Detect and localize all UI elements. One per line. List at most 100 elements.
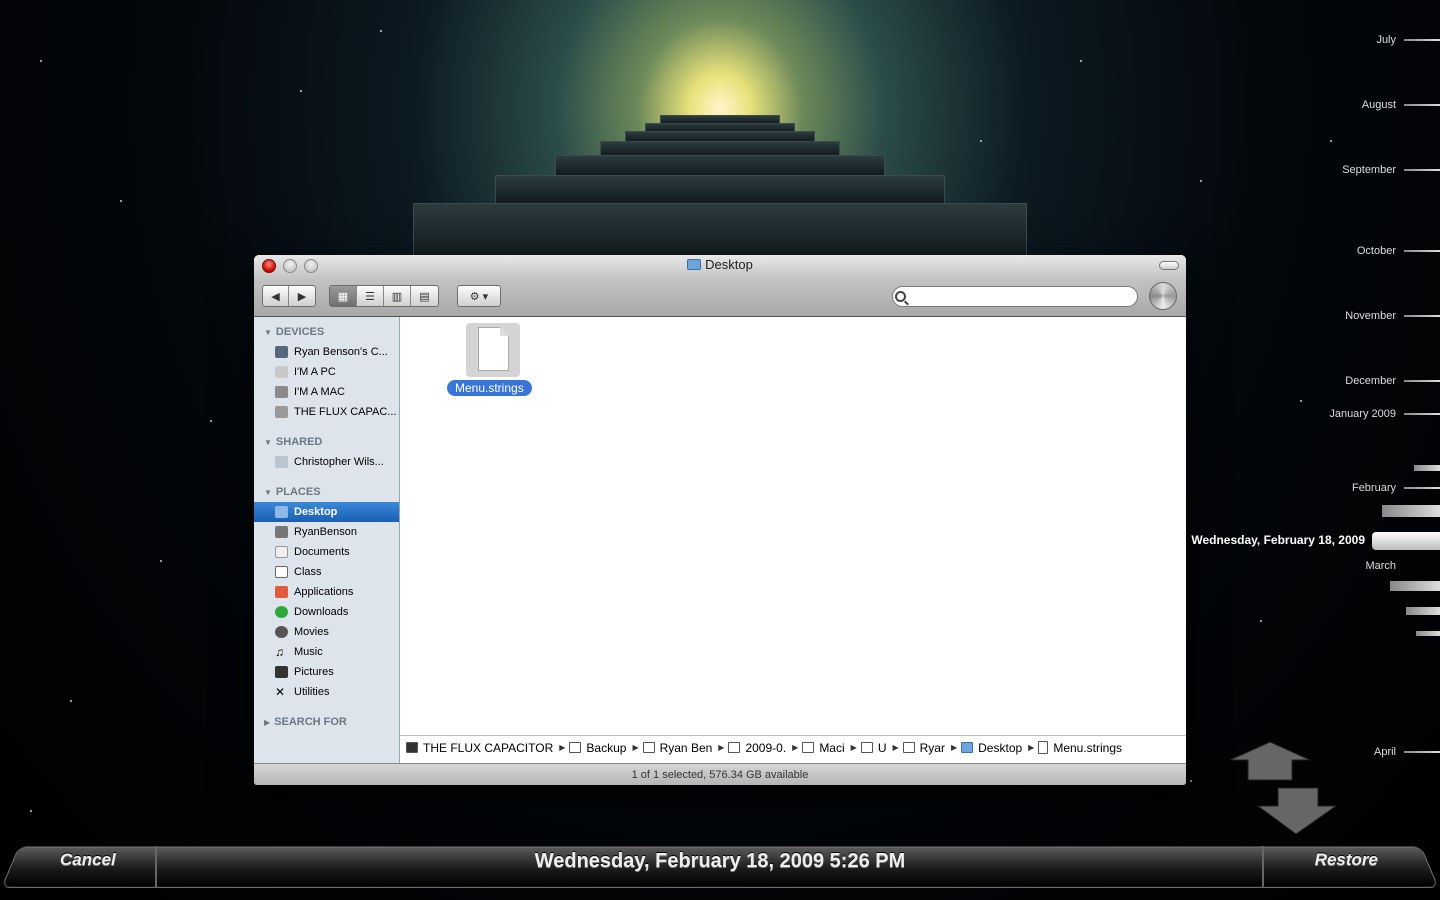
finder-window[interactable]: Desktop ◀ ▶ ▦ ☰ ▥ ▤ ⚙ ▾ ▼ DEVICES Ryan Be… — [254, 255, 1186, 785]
path-separator-icon: ▶ — [950, 743, 958, 752]
folder-icon — [902, 742, 915, 753]
path-separator-icon: ▶ — [1028, 743, 1035, 752]
timeline-label[interactable]: August — [1362, 99, 1396, 111]
forward-button[interactable]: ▶ — [289, 286, 315, 306]
sidebar-item-documents[interactable]: Documents — [254, 542, 399, 562]
sidebar: ▼ DEVICES Ryan Benson's C... I'M A PC I'M… — [254, 317, 400, 763]
path-item[interactable]: U — [860, 741, 886, 755]
forward-arrow-icon: ▶ — [297, 290, 307, 303]
path-separator-icon: ▶ — [850, 743, 857, 752]
timeline-backup-tick[interactable] — [1406, 607, 1440, 615]
toolbar-toggle-button[interactable] — [1159, 261, 1179, 270]
folder-icon — [860, 742, 873, 753]
timeline-label[interactable]: March — [1365, 560, 1396, 572]
timeline-label[interactable]: January 2009 — [1329, 408, 1396, 420]
sidebar-section-devices[interactable]: ▼ DEVICES — [254, 322, 399, 342]
timeline-current-date: Wednesday, February 18, 2009 — [1191, 533, 1365, 547]
disclosure-triangle-icon: ▼ — [264, 487, 272, 497]
folder-icon — [728, 742, 741, 753]
column-view-button[interactable]: ▥ — [384, 286, 411, 306]
folder-icon — [642, 742, 655, 753]
applications-icon — [275, 586, 288, 598]
desktop-folder-icon — [275, 506, 288, 518]
document-icon — [1038, 741, 1049, 754]
timeline-label[interactable]: September — [1342, 164, 1396, 176]
timeline-tick[interactable] — [1404, 487, 1440, 489]
sidebar-item-shared-computer[interactable]: Christopher Wils... — [254, 452, 399, 472]
path-item[interactable]: Desktop — [961, 741, 1022, 755]
status-bar: 1 of 1 selected, 576.34 GB available — [254, 763, 1186, 785]
timeline-backup-tick[interactable] — [1414, 465, 1440, 471]
desktop-folder-icon — [961, 742, 974, 753]
timeline-tick[interactable] — [1404, 751, 1440, 753]
path-item[interactable]: Ryan Ben — [642, 741, 712, 755]
coverflow-view-button[interactable]: ▤ — [411, 286, 438, 306]
timeline-label[interactable]: April — [1374, 746, 1396, 758]
timeline-tick[interactable] — [1404, 169, 1440, 171]
file-browser-content[interactable]: Menu.strings — [400, 317, 1186, 735]
disclosure-triangle-icon: ▼ — [264, 437, 272, 447]
timeline-tick[interactable] — [1404, 413, 1440, 415]
sidebar-item-im-a-mac[interactable]: I'M A MAC — [254, 382, 399, 402]
list-view-button[interactable]: ☰ — [357, 286, 384, 306]
path-item[interactable]: Menu.strings — [1038, 741, 1122, 755]
sidebar-item-utilities[interactable]: ✕ Utilities — [254, 682, 399, 702]
timeline-tick[interactable] — [1404, 315, 1440, 317]
sidebar-item-pictures[interactable]: Pictures — [254, 662, 399, 682]
search-input[interactable] — [892, 286, 1138, 307]
sidebar-item-flux-capacitor[interactable]: THE FLUX CAPAC... — [254, 402, 399, 422]
sidebar-item-downloads[interactable]: Downloads — [254, 602, 399, 622]
back-forward-buttons: ◀ ▶ — [262, 285, 316, 307]
timeline-label[interactable]: November — [1345, 310, 1396, 322]
sidebar-item-class[interactable]: Class — [254, 562, 399, 582]
timeline-tick[interactable] — [1404, 380, 1440, 382]
sidebar-section-search-for[interactable]: ▶ SEARCH FOR — [254, 712, 399, 732]
forward-in-time-arrow-icon[interactable] — [1256, 787, 1338, 835]
path-item[interactable]: 2009-0. — [728, 741, 786, 755]
timeline-label[interactable]: July — [1376, 34, 1396, 46]
sidebar-item-movies[interactable]: Movies — [254, 622, 399, 642]
burn-disc-icon[interactable] — [1149, 282, 1177, 310]
gear-icon: ⚙ ▾ — [469, 290, 489, 303]
timeline-tick[interactable] — [1404, 104, 1440, 106]
path-separator-icon: ▶ — [792, 743, 799, 752]
drive-icon — [406, 742, 418, 753]
tools-icon: ✕ — [275, 685, 286, 699]
timeline-label[interactable]: December — [1345, 375, 1396, 387]
path-separator-icon: ▶ — [559, 743, 566, 752]
path-item[interactable]: THE FLUX CAPACITOR — [406, 741, 553, 755]
back-in-time-arrow-icon[interactable] — [1229, 741, 1311, 781]
external-drive-icon — [275, 406, 288, 418]
restore-button[interactable]: Restore — [1315, 850, 1378, 870]
sidebar-item-applications[interactable]: Applications — [254, 582, 399, 602]
path-item[interactable]: Maci — [802, 741, 845, 755]
sidebar-item-computer[interactable]: Ryan Benson's C... — [254, 342, 399, 362]
icon-view-button[interactable]: ▦ — [330, 286, 357, 306]
timeline-label[interactable]: February — [1352, 482, 1396, 494]
sidebar-item-music[interactable]: ♫ Music — [254, 642, 399, 662]
timeline-current-marker[interactable] — [1372, 532, 1440, 550]
timeline-backup-tick[interactable] — [1416, 631, 1440, 636]
file-item[interactable] — [466, 323, 520, 377]
sidebar-item-home[interactable]: RyanBenson — [254, 522, 399, 542]
timeline-backup-tick[interactable] — [1390, 581, 1440, 591]
timeline-tick[interactable] — [1404, 250, 1440, 252]
action-menu-button[interactable]: ⚙ ▾ — [457, 285, 501, 307]
sidebar-item-im-a-pc[interactable]: I'M A PC — [254, 362, 399, 382]
window-title: Desktop — [254, 257, 1186, 272]
file-name-label[interactable]: Menu.strings — [447, 380, 532, 396]
path-separator-icon: ▶ — [718, 743, 725, 752]
sidebar-section-places[interactable]: ▼ PLACES — [254, 482, 399, 502]
coverflow-icon: ▤ — [419, 290, 430, 303]
path-item[interactable]: Backup — [569, 741, 626, 755]
network-computer-icon — [275, 456, 288, 468]
timeline-backup-tick[interactable] — [1382, 505, 1440, 517]
sidebar-section-shared[interactable]: ▼ SHARED — [254, 432, 399, 452]
toolbar: Desktop ◀ ▶ ▦ ☰ ▥ ▤ ⚙ ▾ — [254, 255, 1186, 317]
sidebar-item-desktop[interactable]: Desktop — [254, 502, 399, 522]
path-item[interactable]: Ryar — [902, 741, 945, 755]
timeline-label[interactable]: October — [1357, 245, 1396, 257]
timeline-tick[interactable] — [1404, 39, 1440, 41]
back-button[interactable]: ◀ — [263, 286, 290, 306]
disk-icon — [275, 366, 288, 378]
